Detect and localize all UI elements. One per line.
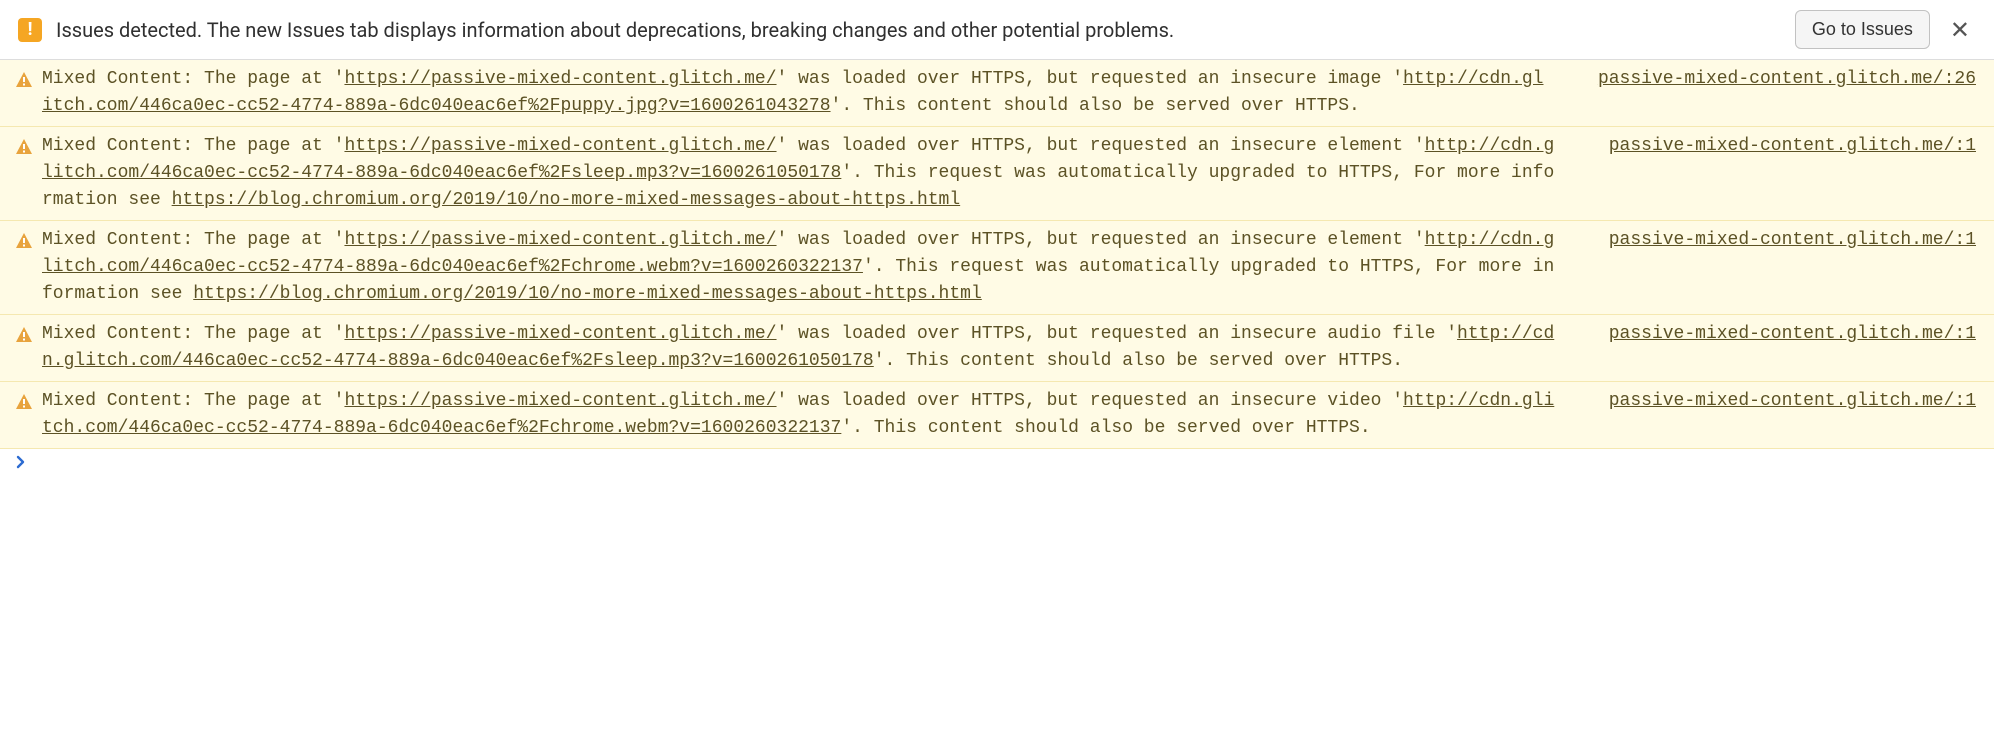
warning-triangle-icon [14,70,34,90]
console-warning-row: Mixed Content: The page at 'https://pass… [0,60,1994,127]
console-text-fragment: Mixed Content: The page at ' [42,324,344,344]
console-link[interactable]: https://passive-mixed-content.glitch.me/ [344,136,776,156]
console-text-fragment: ' was loaded over HTTPS, but requested a… [777,391,1404,411]
console-warning-row: Mixed Content: The page at 'https://pass… [0,221,1994,315]
warning-triangle-icon [14,231,34,251]
console-source-link[interactable]: passive-mixed-content.glitch.me/:1 [1609,321,1976,348]
goto-issues-button[interactable]: Go to Issues [1795,10,1930,49]
chevron-right-icon [14,455,1980,469]
console-text-fragment: ' was loaded over HTTPS, but requested a… [777,69,1404,89]
console-link[interactable]: https://passive-mixed-content.glitch.me/ [344,69,776,89]
console-text-fragment: Mixed Content: The page at ' [42,69,344,89]
console-source-link[interactable]: passive-mixed-content.glitch.me/:1 [1609,227,1976,254]
warning-triangle-icon [14,137,34,157]
console-messages: Mixed Content: The page at 'https://pass… [0,60,1994,449]
console-text-fragment: ' was loaded over HTTPS, but requested a… [777,230,1425,250]
console-message-text: Mixed Content: The page at 'https://pass… [42,388,1561,442]
console-link[interactable]: https://blog.chromium.org/2019/10/no-mor… [193,284,982,304]
console-text-fragment: ' was loaded over HTTPS, but requested a… [777,136,1425,156]
close-icon[interactable]: ✕ [1944,16,1976,44]
console-text-fragment: Mixed Content: The page at ' [42,136,344,156]
warning-square-icon: ! [18,18,42,42]
issues-header-text: Issues detected. The new Issues tab disp… [56,18,1781,42]
console-text-fragment: ' was loaded over HTTPS, but requested a… [777,324,1458,344]
warning-triangle-icon [14,392,34,412]
console-source-link[interactable]: passive-mixed-content.glitch.me/:1 [1609,388,1976,415]
console-text-fragment: Mixed Content: The page at ' [42,391,344,411]
console-text-fragment: '. This content should also be served ov… [874,351,1403,371]
console-warning-row: Mixed Content: The page at 'https://pass… [0,127,1994,221]
console-text-fragment: Mixed Content: The page at ' [42,230,344,250]
console-prompt[interactable] [0,449,1994,475]
warning-triangle-icon [14,325,34,345]
console-warning-row: Mixed Content: The page at 'https://pass… [0,382,1994,449]
console-text-fragment: '. This content should also be served ov… [841,418,1370,438]
console-message-text: Mixed Content: The page at 'https://pass… [42,133,1561,214]
console-link[interactable]: https://passive-mixed-content.glitch.me/ [344,391,776,411]
console-link[interactable]: https://blog.chromium.org/2019/10/no-mor… [172,190,961,210]
console-link[interactable]: https://passive-mixed-content.glitch.me/ [344,324,776,344]
console-message-text: Mixed Content: The page at 'https://pass… [42,66,1550,120]
console-source-link[interactable]: passive-mixed-content.glitch.me/:1 [1609,133,1976,160]
console-link[interactable]: https://passive-mixed-content.glitch.me/ [344,230,776,250]
console-text-fragment: '. This content should also be served ov… [831,96,1360,116]
console-source-link[interactable]: passive-mixed-content.glitch.me/:26 [1598,66,1976,93]
console-message-text: Mixed Content: The page at 'https://pass… [42,227,1561,308]
issues-header: ! Issues detected. The new Issues tab di… [0,0,1994,60]
console-warning-row: Mixed Content: The page at 'https://pass… [0,315,1994,382]
console-message-text: Mixed Content: The page at 'https://pass… [42,321,1561,375]
